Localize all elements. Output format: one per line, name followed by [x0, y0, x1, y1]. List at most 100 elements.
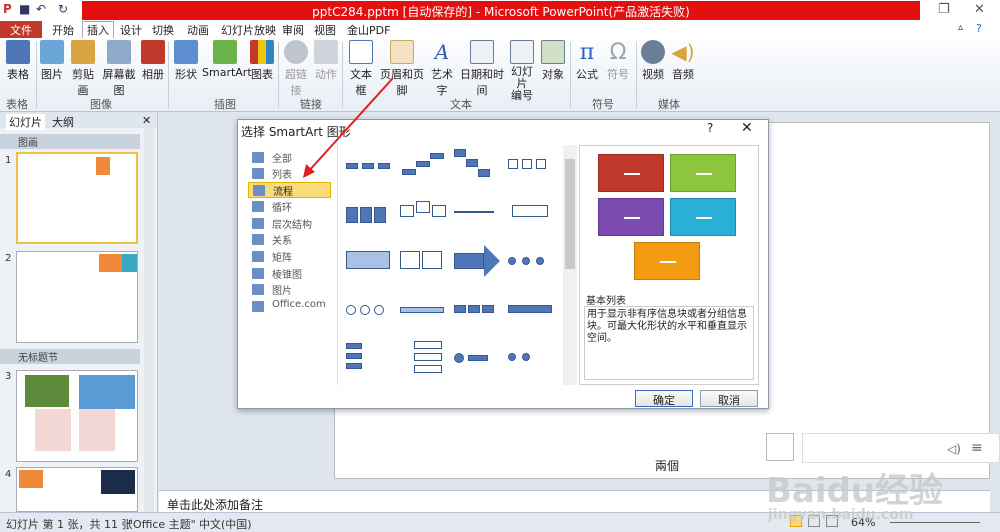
- slide-thumbnail[interactable]: [16, 370, 138, 462]
- slide-thumbnail[interactable]: [16, 251, 138, 343]
- close-window-icon[interactable]: ✕: [974, 2, 985, 17]
- category-picture[interactable]: 图片: [248, 282, 331, 298]
- category-matrix[interactable]: 矩阵: [248, 249, 331, 265]
- screenshot-label: 屏幕截图: [102, 68, 136, 97]
- datetime-button[interactable]: 日期和时间: [459, 40, 505, 98]
- ok-button[interactable]: 确定: [635, 390, 693, 407]
- dialog-close-icon[interactable]: ✕: [741, 120, 753, 136]
- tab-review[interactable]: 审阅: [282, 22, 304, 38]
- audio-button[interactable]: ◀) 音频: [670, 40, 696, 82]
- gallery-scrollbar[interactable]: [563, 145, 577, 385]
- smartart-icon: [213, 40, 237, 64]
- panel-tabs: 幻灯片 大纲 ✕: [0, 112, 157, 130]
- layout-continuous-arrow[interactable]: [508, 293, 558, 329]
- normal-view-icon[interactable]: [790, 515, 802, 527]
- table-button[interactable]: 表格: [4, 40, 32, 82]
- panel-close-icon[interactable]: ✕: [142, 114, 151, 127]
- panel-scrollbar[interactable]: [144, 128, 154, 512]
- hyperlink-button[interactable]: 超链接: [281, 40, 311, 98]
- theme-name[interactable]: "Office 主题": [128, 516, 196, 532]
- layout-bracket-process[interactable]: [508, 197, 558, 233]
- action-button[interactable]: 动作: [313, 40, 339, 82]
- tab-file[interactable]: 文件: [0, 21, 42, 38]
- slide-thumbnail[interactable]: [16, 467, 138, 512]
- section-header[interactable]: 无标题节: [0, 349, 140, 364]
- dialog-help-button[interactable]: ?: [707, 121, 713, 135]
- tab-transitions[interactable]: 切换: [152, 22, 174, 38]
- textbox-button[interactable]: 文本框: [345, 40, 377, 98]
- layout-chevron-list[interactable]: [346, 197, 396, 233]
- section-header[interactable]: 图画: [0, 134, 140, 149]
- picture-button[interactable]: 图片: [39, 40, 65, 82]
- slide-number-button[interactable]: 幻灯片 编号: [507, 40, 537, 102]
- redo-icon[interactable]: ↻: [58, 2, 68, 16]
- slide-number: 1: [5, 155, 12, 166]
- category-label: 层次结构: [272, 220, 312, 231]
- wordart-button[interactable]: A 艺术字: [427, 40, 457, 98]
- album-button[interactable]: 相册: [141, 40, 165, 82]
- layout-step-up-process[interactable]: [400, 149, 450, 185]
- tab-animations[interactable]: 动画: [187, 22, 209, 38]
- tab-insert[interactable]: 插入: [82, 21, 114, 39]
- action-label: 动作: [315, 68, 337, 81]
- layout-circle-accent[interactable]: [508, 341, 558, 377]
- layout-circle-process[interactable]: [508, 245, 558, 281]
- layout-segmented-process[interactable]: [400, 245, 450, 281]
- layout-step-down-process[interactable]: [454, 149, 504, 185]
- layout-accent-process[interactable]: [508, 149, 558, 185]
- tab-slideshow[interactable]: 幻灯片放映: [221, 22, 276, 38]
- symbol-button[interactable]: Ω 符号: [604, 40, 632, 82]
- category-cycle[interactable]: 循环: [248, 199, 331, 215]
- layout-vertical-chevron[interactable]: [346, 341, 396, 377]
- object-button[interactable]: 对象: [540, 40, 566, 82]
- category-process[interactable]: 流程: [248, 182, 331, 198]
- notes-pane[interactable]: 单击此处添加备注: [159, 490, 990, 512]
- slide-sorter-icon[interactable]: [808, 515, 820, 527]
- layout-arrow-process[interactable]: [346, 245, 396, 281]
- layout-repeating-bending[interactable]: [454, 341, 504, 377]
- scrollbar-thumb[interactable]: [565, 159, 575, 269]
- layout-circle-chain[interactable]: [346, 293, 396, 329]
- layout-chevron-process[interactable]: [454, 293, 504, 329]
- clipart-button[interactable]: 剪贴画: [67, 40, 99, 98]
- category-list[interactable]: 列表: [248, 166, 331, 182]
- tab-view[interactable]: 视图: [314, 22, 336, 38]
- header-footer-button[interactable]: 页眉和页脚: [379, 40, 425, 98]
- layout-block-arrow[interactable]: [454, 245, 504, 281]
- layout-arrow-chevron[interactable]: [400, 293, 450, 329]
- category-all[interactable]: 全部: [248, 150, 331, 166]
- preview-shape-purple: [598, 198, 664, 236]
- video-button[interactable]: 视频: [640, 40, 666, 82]
- layout-basic-process[interactable]: [346, 149, 396, 185]
- equation-button[interactable]: π 公式: [574, 40, 600, 82]
- layout-picture-process[interactable]: [400, 197, 450, 233]
- zoom-level[interactable]: 64%: [851, 516, 875, 529]
- restore-icon[interactable]: ❐: [938, 2, 950, 17]
- tab-home[interactable]: 开始: [52, 22, 74, 38]
- smartart-button[interactable]: SmartArt: [202, 40, 252, 79]
- category-pyramid[interactable]: 棱锥图: [248, 266, 331, 282]
- layout-vertical-process[interactable]: [400, 341, 450, 377]
- save-icon[interactable]: ■: [19, 2, 30, 16]
- category-office-com[interactable]: Office.com: [248, 299, 331, 315]
- undo-icon[interactable]: ↶: [36, 2, 46, 16]
- reading-view-icon[interactable]: [826, 515, 838, 527]
- screenshot-button[interactable]: 屏幕截图: [99, 40, 139, 98]
- smartart-label: SmartArt: [202, 66, 252, 79]
- help-icon[interactable]: ?: [976, 22, 982, 35]
- slide-thumbnail[interactable]: [16, 152, 138, 244]
- tab-design[interactable]: 设计: [120, 22, 142, 38]
- category-relationship[interactable]: 关系: [248, 232, 331, 248]
- group-separator: [278, 42, 279, 108]
- ribbon-minimize-icon[interactable]: ▵: [958, 22, 963, 33]
- tab-slides[interactable]: 幻灯片: [6, 114, 45, 130]
- tab-outline[interactable]: 大纲: [52, 114, 74, 130]
- cancel-button[interactable]: 取消: [700, 390, 758, 407]
- tab-wps-pdf[interactable]: 金山PDF: [347, 22, 390, 38]
- zoom-slider[interactable]: [890, 522, 980, 523]
- layout-dots-process[interactable]: [454, 197, 504, 233]
- shapes-button[interactable]: 形状: [172, 40, 200, 82]
- chart-button[interactable]: 图表: [250, 40, 274, 82]
- language[interactable]: 中文(中国): [199, 516, 252, 532]
- category-hierarchy[interactable]: 层次结构: [248, 216, 331, 232]
